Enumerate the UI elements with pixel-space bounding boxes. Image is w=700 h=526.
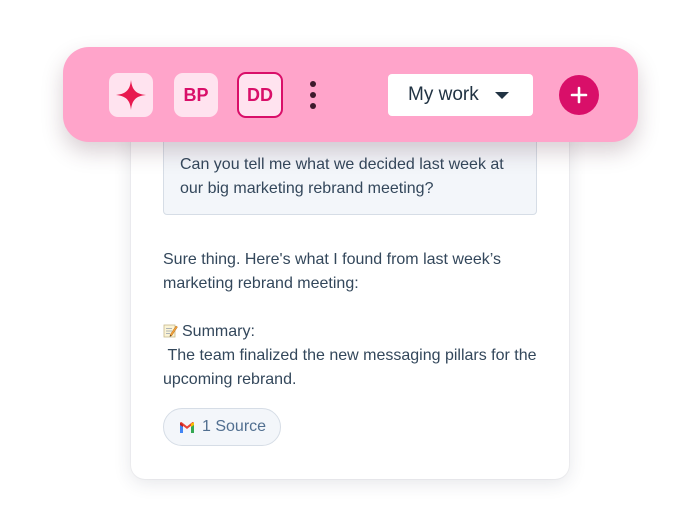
avatar-bp-label: BP xyxy=(183,84,209,105)
summary-heading: Summary: xyxy=(163,320,543,344)
memo-icon xyxy=(163,324,178,338)
plus-icon xyxy=(570,86,588,104)
assistant-reply: Sure thing. Here's what I found from las… xyxy=(163,248,543,392)
summary-text: The team finalized the new messaging pil… xyxy=(163,347,541,388)
view-select[interactable]: My work xyxy=(388,74,533,116)
source-button[interactable]: 1 Source xyxy=(163,408,282,446)
avatar-dd[interactable]: DD xyxy=(237,72,283,118)
add-button[interactable] xyxy=(559,75,599,115)
view-select-value: My work xyxy=(408,84,479,105)
user-message: Can you tell me what we decided last wee… xyxy=(163,130,537,215)
sparkle-icon xyxy=(116,80,146,110)
chat-card: Can you tell me what we decided last wee… xyxy=(131,110,569,479)
avatar-dd-label: DD xyxy=(247,84,273,105)
summary-label: Summary: xyxy=(182,323,255,340)
source-label: 1 Source xyxy=(202,418,267,435)
reply-intro: Sure thing. Here's what I found from las… xyxy=(163,251,502,292)
toolbar: BP DD My work xyxy=(63,47,638,142)
assistant-button[interactable] xyxy=(109,73,153,117)
more-vertical-icon[interactable] xyxy=(303,79,323,111)
caret-down-icon xyxy=(495,92,509,99)
gmail-icon xyxy=(180,421,194,433)
avatar-bp[interactable]: BP xyxy=(174,73,218,117)
